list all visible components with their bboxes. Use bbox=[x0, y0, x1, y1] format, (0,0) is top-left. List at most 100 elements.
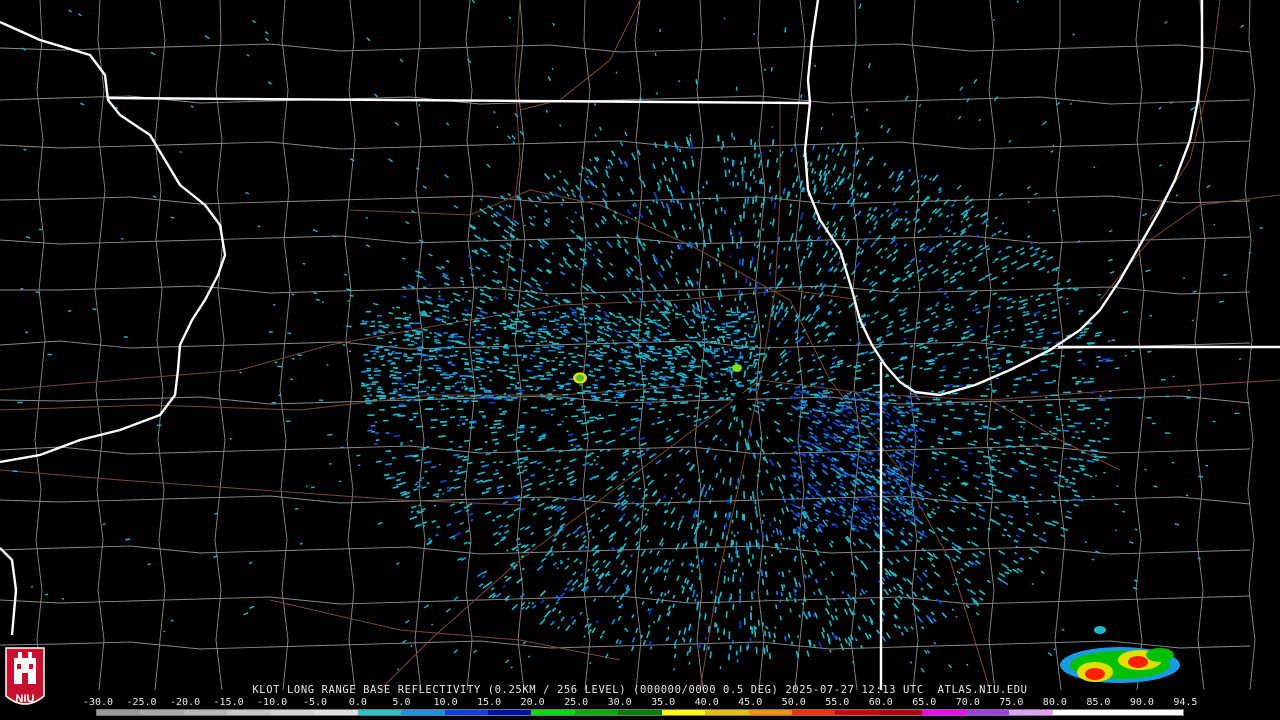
echo-pixel bbox=[662, 402, 665, 405]
echo-pixel bbox=[570, 399, 574, 402]
echo-pixel bbox=[723, 390, 727, 393]
echo-pixel bbox=[380, 392, 385, 394]
echo-pixel bbox=[429, 350, 434, 353]
echo-pixel bbox=[735, 650, 738, 656]
echo-pixel bbox=[623, 362, 630, 364]
echo-pixel bbox=[737, 562, 740, 567]
echo-pixel bbox=[730, 593, 733, 600]
echo-pixel bbox=[413, 416, 417, 418]
echo-pixel bbox=[453, 396, 458, 399]
echo-pixel bbox=[628, 316, 633, 318]
echo-pixel bbox=[380, 358, 384, 360]
echo-pixel bbox=[405, 359, 413, 362]
echo-pixel bbox=[633, 388, 636, 390]
echo-pixel bbox=[509, 367, 513, 370]
echo-pixel bbox=[1010, 409, 1014, 411]
echo-pixel bbox=[1063, 413, 1069, 416]
echo-pixel bbox=[533, 350, 540, 353]
echo-pixel bbox=[381, 364, 386, 366]
echo-pixel bbox=[659, 399, 667, 401]
echo-pixel bbox=[1089, 377, 1094, 380]
echo-pixel bbox=[1096, 418, 1102, 421]
echo-pixel bbox=[488, 362, 493, 364]
echo-pixel bbox=[437, 382, 441, 385]
echo-pixel bbox=[555, 381, 560, 383]
echo-pixel bbox=[1077, 390, 1082, 393]
echo-pixel bbox=[640, 396, 645, 398]
echo-pixel bbox=[379, 409, 385, 411]
echo-pixel bbox=[765, 399, 770, 401]
echo-pixel bbox=[762, 228, 765, 231]
echo-pixel bbox=[702, 316, 709, 319]
echo-pixel bbox=[740, 238, 742, 244]
echo-pixel bbox=[676, 351, 683, 353]
echo-pixel bbox=[570, 398, 576, 400]
echo-pixel bbox=[441, 395, 449, 398]
echo-pixel bbox=[706, 340, 709, 343]
echo-pixel bbox=[471, 400, 479, 402]
echo-pixel bbox=[421, 354, 429, 357]
echo-pixel bbox=[464, 368, 471, 370]
echo-pixel bbox=[728, 597, 731, 603]
echo-pixel bbox=[455, 341, 463, 343]
echo-pixel bbox=[1011, 418, 1015, 420]
echo-pixel bbox=[435, 369, 442, 372]
echo-pixel bbox=[396, 378, 402, 381]
echo-pixel bbox=[1107, 397, 1112, 399]
echo-pixel bbox=[441, 398, 445, 400]
echo-pixel bbox=[547, 311, 551, 313]
echo-pixel bbox=[1186, 397, 1191, 399]
echo-pixel bbox=[495, 339, 499, 342]
echo-pixel bbox=[493, 356, 497, 358]
echo-pixel bbox=[720, 368, 725, 370]
echo-pixel bbox=[403, 374, 407, 377]
echo-pixel bbox=[604, 399, 612, 401]
echo-pixel bbox=[579, 384, 583, 386]
echo-pixel bbox=[426, 386, 430, 389]
echo-pixel bbox=[639, 399, 645, 401]
echo-pixel bbox=[1023, 427, 1025, 430]
echo-pixel bbox=[557, 351, 565, 354]
echo-pixel bbox=[732, 574, 735, 582]
echo-pixel bbox=[457, 400, 462, 402]
echo-pixel bbox=[375, 432, 379, 435]
echo-pixel bbox=[531, 312, 535, 314]
echo-pixel bbox=[667, 376, 674, 379]
radar-map bbox=[0, 0, 1280, 720]
echo-pixel bbox=[675, 316, 679, 319]
echo-pixel bbox=[734, 339, 740, 342]
echo-pixel bbox=[448, 396, 454, 398]
echo-pixel bbox=[367, 390, 371, 392]
echo-pixel bbox=[730, 232, 733, 235]
echo-pixel bbox=[952, 392, 959, 395]
echo-pixel bbox=[412, 387, 419, 389]
echo-pixel bbox=[744, 324, 747, 327]
echo-pixel bbox=[559, 372, 565, 374]
echo-pixel bbox=[622, 384, 627, 387]
echo-pixel bbox=[496, 343, 500, 345]
echo-pixel bbox=[458, 336, 464, 338]
echo-pixel bbox=[361, 385, 368, 387]
echo-pixel bbox=[542, 346, 550, 348]
echo-pixel bbox=[672, 396, 677, 399]
echo-pixel bbox=[394, 317, 401, 319]
echo-pixel bbox=[1075, 380, 1082, 383]
echo-pixel bbox=[618, 380, 624, 382]
echo-pixel bbox=[728, 653, 731, 657]
echo-pixel bbox=[435, 351, 438, 353]
echo-pixel bbox=[733, 346, 738, 349]
echo-pixel bbox=[376, 395, 382, 397]
echo-pixel bbox=[427, 396, 435, 399]
echo-pixel bbox=[368, 374, 371, 376]
echo-pixel bbox=[379, 355, 384, 358]
echo-pixel bbox=[639, 351, 643, 354]
echo-pixel bbox=[707, 348, 712, 351]
echo-pixel bbox=[609, 383, 613, 385]
echo-pixel bbox=[733, 136, 736, 141]
echo-pixel bbox=[1095, 365, 1100, 368]
echo-pixel bbox=[748, 559, 750, 564]
echo-pixel bbox=[431, 386, 437, 389]
echo-pixel bbox=[502, 425, 505, 428]
echo-pixel bbox=[396, 326, 401, 328]
echo-pixel bbox=[562, 312, 566, 315]
